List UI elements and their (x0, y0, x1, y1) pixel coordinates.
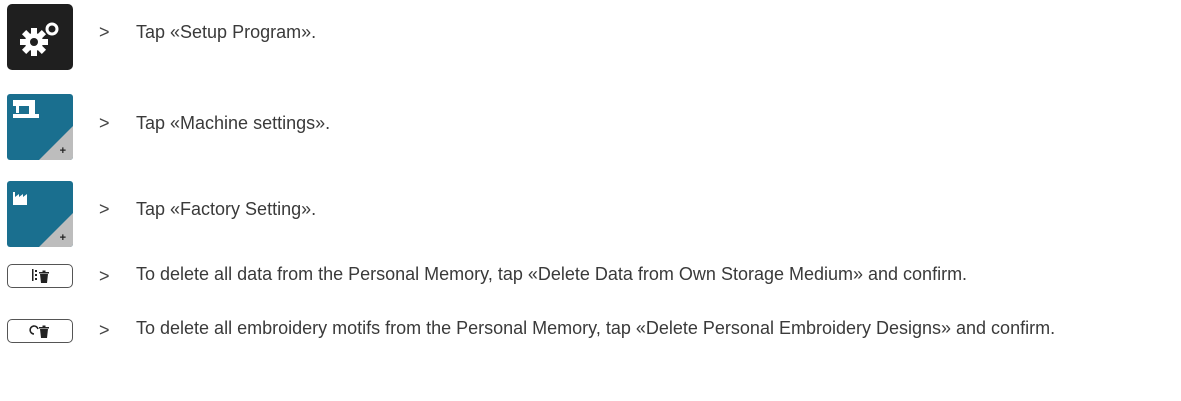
machine-settings-icon (13, 100, 39, 118)
delete-data-icon (32, 269, 49, 283)
factory-setting-icon (13, 192, 27, 205)
step-factory-setting: + > Tap «Factory Setting». (0, 0, 1181, 247)
step-text: Tap «Machine settings». (136, 113, 331, 133)
step-arrow: > (99, 113, 110, 133)
step-text: To delete all data from the Personal Mem… (136, 264, 968, 284)
step-arrow: > (99, 199, 110, 219)
corner-triangle (39, 213, 73, 247)
step-text: To delete all embroidery motifs from the… (136, 318, 1056, 338)
plus-icon: + (59, 145, 66, 157)
step-text: Tap «Factory Setting». (136, 199, 317, 219)
step-arrow: > (99, 266, 110, 286)
factory-setting-button[interactable]: + (7, 181, 73, 247)
corner-triangle (39, 126, 73, 160)
delete-data-button[interactable] (7, 264, 73, 288)
plus-icon: + (59, 232, 66, 244)
delete-embroidery-icon (29, 325, 49, 338)
machine-settings-button[interactable]: + (7, 94, 73, 160)
delete-embroidery-button[interactable] (7, 319, 73, 343)
step-arrow: > (99, 320, 110, 340)
